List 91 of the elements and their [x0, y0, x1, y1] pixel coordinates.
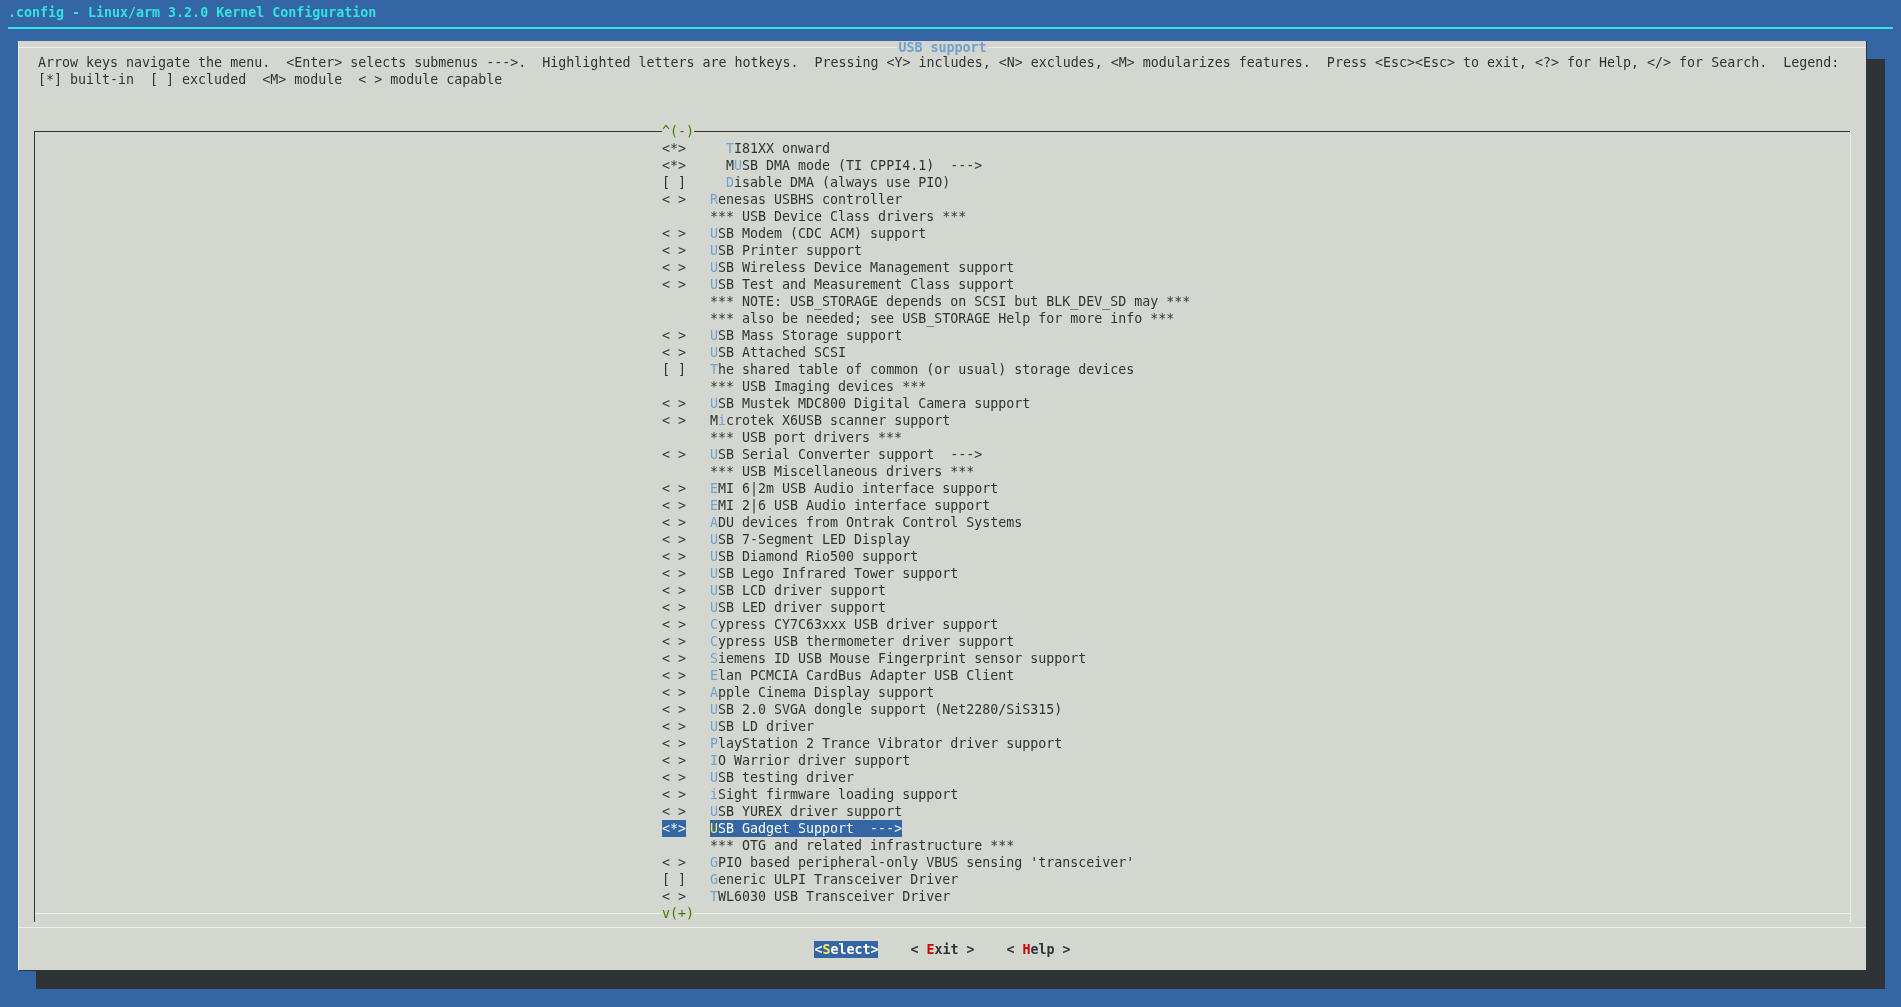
- option-state: < >: [662, 514, 686, 531]
- option-state: <*>: [662, 157, 686, 174]
- option-state: < >: [662, 531, 686, 548]
- option-state: < >: [662, 667, 686, 684]
- section-comment: *** NOTE: USB_STORAGE depends on SCSI but BLK_DEV_SD may ***: [710, 293, 1191, 310]
- option-state: < >: [662, 854, 686, 871]
- menu-item[interactable]: IO Warrior driver support: [710, 752, 911, 769]
- option-state: < >: [662, 684, 686, 701]
- option-state: < >: [662, 803, 686, 820]
- menu-item[interactable]: EMI 6|2m USB Audio interface support: [710, 480, 999, 497]
- menu-item[interactable]: USB Serial Converter support --->: [710, 446, 983, 463]
- menu-item[interactable]: USB Printer support: [710, 242, 863, 259]
- dialog-button[interactable]: <Select>: [814, 940, 879, 958]
- option-state: < >: [662, 259, 686, 276]
- option-state: < >: [662, 735, 686, 752]
- menu-item[interactable]: USB LCD driver support: [710, 582, 887, 599]
- menu-item[interactable]: Elan PCMCIA CardBus Adapter USB Client: [710, 667, 1015, 684]
- menu-item[interactable]: USB LED driver support: [710, 599, 887, 616]
- menu-item[interactable]: GPIO based peripheral-only VBUS sensing 'transceiver': [710, 854, 1135, 871]
- menu-item[interactable]: USB Gadget Support --->: [710, 820, 903, 837]
- option-state: < >: [662, 752, 686, 769]
- menu-item[interactable]: USB LD driver: [710, 718, 815, 735]
- menu-item[interactable]: USB Mustek MDC800 Digital Camera support: [710, 395, 1031, 412]
- menu-item[interactable]: ADU devices from Ontrak Control Systems: [710, 514, 1023, 531]
- menu-item[interactable]: MUSB DMA mode (TI CPPI4.1) --->: [726, 157, 983, 174]
- option-state: < >: [662, 548, 686, 565]
- menu-item[interactable]: PlayStation 2 Trance Vibrator driver support: [710, 735, 1063, 752]
- menu-item[interactable]: Siemens ID USB Mouse Fingerprint sensor support: [710, 650, 1087, 667]
- section-comment: *** USB Miscellaneous drivers ***: [710, 463, 975, 480]
- option-state: < >: [662, 191, 686, 208]
- menu-item[interactable]: USB Attached SCSI: [710, 344, 847, 361]
- option-state: <*>: [662, 140, 686, 157]
- menu-item[interactable]: USB Modem (CDC ACM) support: [710, 225, 927, 242]
- menu-item[interactable]: Apple Cinema Display support: [710, 684, 935, 701]
- window-title: .config - Linux/arm 3.2.0 Kernel Configuration: [7, 4, 378, 22]
- dialog-title: USB support: [897, 41, 988, 54]
- menu-item[interactable]: USB Lego Infrared Tower support: [710, 565, 959, 582]
- menu-item[interactable]: USB testing driver: [710, 769, 855, 786]
- option-state: < >: [662, 650, 686, 667]
- option-state: <*>: [662, 820, 686, 837]
- menu-item[interactable]: USB Diamond Rio500 support: [710, 548, 919, 565]
- option-state: < >: [662, 769, 686, 786]
- menu-item[interactable]: EMI 2|6 USB Audio interface support: [710, 497, 991, 514]
- option-state: < >: [662, 582, 686, 599]
- option-state: < >: [662, 888, 686, 905]
- menu-item[interactable]: The shared table of common (or usual) storage devices: [710, 361, 1135, 378]
- option-state: < >: [662, 480, 686, 497]
- menu-item[interactable]: USB YUREX driver support: [710, 803, 903, 820]
- option-state: < >: [662, 718, 686, 735]
- section-comment: *** USB Imaging devices ***: [710, 378, 927, 395]
- menu-item[interactable]: Renesas USBHS controller: [710, 191, 903, 208]
- scroll-up-indicator: ^(-): [662, 123, 695, 140]
- option-state: < >: [662, 412, 686, 429]
- menu-item[interactable]: USB 7-Segment LED Display: [710, 531, 911, 548]
- section-comment: *** OTG and related infrastructure ***: [710, 837, 1015, 854]
- option-state: [ ]: [662, 871, 686, 888]
- section-comment: *** USB Device Class drivers ***: [710, 208, 967, 225]
- option-state: < >: [662, 599, 686, 616]
- menu-item[interactable]: USB Mass Storage support: [710, 327, 903, 344]
- option-state: [ ]: [662, 174, 686, 191]
- menu-item[interactable]: USB Wireless Device Management support: [710, 259, 1015, 276]
- option-state: [ ]: [662, 361, 686, 378]
- option-state: < >: [662, 395, 686, 412]
- menu-item[interactable]: iSight firmware loading support: [710, 786, 959, 803]
- option-state: < >: [662, 701, 686, 718]
- option-state: < >: [662, 276, 686, 293]
- dialog-button[interactable]: < Help >: [1006, 940, 1071, 958]
- menu-item[interactable]: Microtek X6USB scanner support: [710, 412, 951, 429]
- dialog-button[interactable]: < Exit >: [910, 940, 975, 958]
- section-comment: *** also be needed; see USB_STORAGE Help for more info ***: [710, 310, 1175, 327]
- menu-item[interactable]: USB 2.0 SVGA dongle support (Net2280/SiS315): [710, 701, 1063, 718]
- option-state: < >: [662, 446, 686, 463]
- option-state: < >: [662, 327, 686, 344]
- menu-item[interactable]: Disable DMA (always use PIO): [726, 174, 951, 191]
- menu-item[interactable]: Cypress USB thermometer driver support: [710, 633, 1015, 650]
- option-state: < >: [662, 344, 686, 361]
- menu-item[interactable]: TI81XX onward: [726, 140, 831, 157]
- menu-item[interactable]: USB Test and Measurement Class support: [710, 276, 1015, 293]
- option-state: < >: [662, 786, 686, 803]
- option-state: < >: [662, 225, 686, 242]
- menu-item[interactable]: Generic ULPI Transceiver Driver: [710, 871, 959, 888]
- option-state: < >: [662, 497, 686, 514]
- option-state: < >: [662, 242, 686, 259]
- option-state: < >: [662, 633, 686, 650]
- help-text: Arrow keys navigate the menu. <Enter> selects submenus --->. Highlighted letters are hotkeys. Pressing <Y> includes, <N> excludes, <M> modularizes features. Press <Esc><Esc> to exit, <?> for Help, </> for Search. Legend: [*] built-in [ ] excluded <M> module < > module capable: [37, 55, 1841, 88]
- scroll-down-indicator: v(+): [662, 905, 695, 922]
- menu-item[interactable]: TWL6030 USB Transceiver Driver: [710, 888, 951, 905]
- menu-item[interactable]: Cypress CY7C63xxx USB driver support: [710, 616, 999, 633]
- section-comment: *** USB port drivers ***: [710, 429, 903, 446]
- option-state: < >: [662, 616, 686, 633]
- option-state: < >: [662, 565, 686, 582]
